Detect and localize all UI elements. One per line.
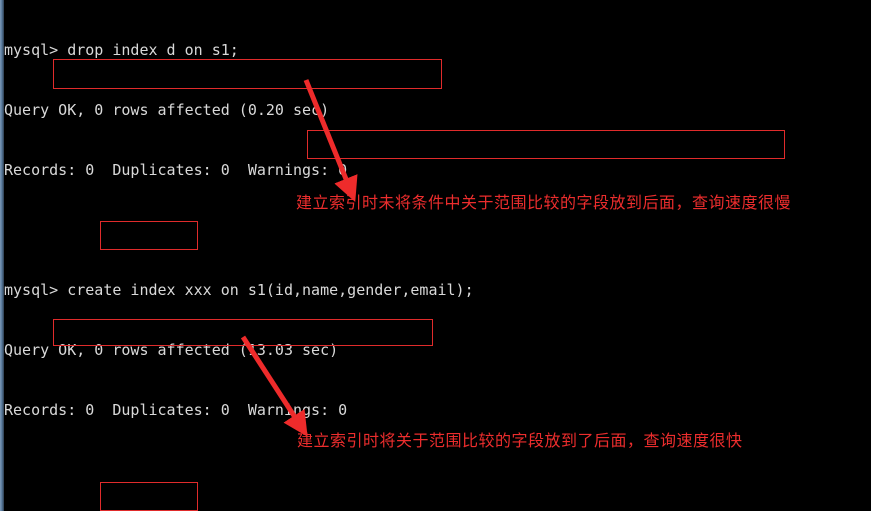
terminal-line: Records: 0 Duplicates: 0 Warnings: 0 bbox=[4, 401, 348, 419]
slow-note-text: 建立索引时未将条件中关于范围比较的字段放到后面，查询速度很慢 bbox=[296, 193, 792, 212]
fast-note-text: 建立索引时将关于范围比较的字段放到了后面，查询速度很快 bbox=[297, 431, 743, 450]
terminal-line: mysql> drop index d on s1; bbox=[4, 41, 239, 59]
terminal-line: mysql> create index xxx on s1(id,name,ge… bbox=[4, 281, 474, 299]
terminal-window: mysql> drop index d on s1; Query OK, 0 r… bbox=[0, 0, 871, 511]
terminal-line: Query OK, 0 rows affected (0.20 sec) bbox=[4, 101, 330, 119]
terminal-line: Records: 0 Duplicates: 0 Warnings: 0 bbox=[4, 161, 348, 179]
terminal-line: Query OK, 0 rows affected (13.03 sec) bbox=[4, 341, 339, 359]
